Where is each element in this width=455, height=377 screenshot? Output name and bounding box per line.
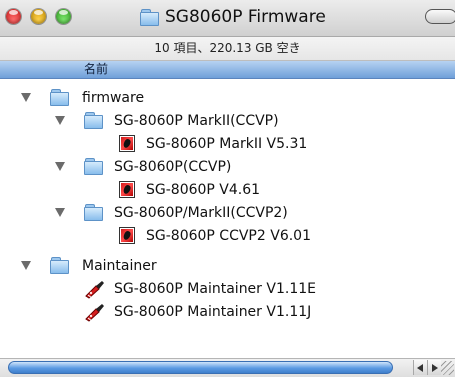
list-item-label: SG-8060P V4.61: [146, 182, 261, 198]
list-item[interactable]: Maintainer: [0, 254, 455, 278]
scroll-right-icon[interactable]: [427, 360, 441, 375]
list-item[interactable]: SG-8060P MarkII V5.31: [0, 132, 455, 156]
list-item-label: SG-8060P MarkII V5.31: [146, 136, 308, 152]
folder-icon: [50, 89, 69, 106]
minimize-icon[interactable]: [31, 9, 46, 24]
document-icon: [119, 227, 135, 244]
list-item-label: SG-8060P CCVP2 V6.01: [146, 228, 311, 244]
list-item[interactable]: SG-8060P MarkII(CCVP): [0, 109, 455, 133]
close-icon[interactable]: [6, 9, 21, 24]
list-item-label: SG-8060P/MarkII(CCVP2): [114, 205, 288, 221]
window-titlebar: SG8060P Firmware: [0, 0, 455, 37]
scrollbar-thumb[interactable]: [8, 361, 393, 374]
application-icon: [85, 281, 104, 299]
scroll-left-icon[interactable]: [413, 360, 427, 375]
disclosure-triangle-icon[interactable]: [55, 162, 65, 171]
window-title-area: SG8060P Firmware: [140, 6, 326, 28]
list-item[interactable]: SG-8060P Maintainer V1.11J: [0, 300, 455, 324]
list-item[interactable]: SG-8060P CCVP2 V6.01: [0, 224, 455, 248]
folder-icon: [84, 112, 103, 129]
list-item[interactable]: SG-8060P V4.61: [0, 178, 455, 202]
list-item-label: Maintainer: [82, 258, 157, 274]
list-item-label: SG-8060P Maintainer V1.11E: [114, 281, 316, 297]
document-icon: [119, 181, 135, 198]
list-item[interactable]: firmware: [0, 86, 455, 110]
status-bar: 10 項目、220.13 GB 空き: [0, 37, 455, 61]
list-item-label: SG-8060P(CCVP): [114, 159, 232, 175]
list-item-label: SG-8060P Maintainer V1.11J: [114, 304, 312, 320]
column-header-label: 名前: [84, 62, 109, 76]
zoom-icon[interactable]: [56, 9, 71, 24]
horizontal-scrollbar[interactable]: [0, 358, 455, 377]
column-header-name[interactable]: 名前: [0, 61, 455, 79]
folder-icon: [50, 257, 69, 274]
list-item[interactable]: SG-8060P(CCVP): [0, 155, 455, 179]
folder-icon: [84, 204, 103, 221]
application-icon: [85, 304, 104, 322]
disclosure-triangle-icon[interactable]: [21, 261, 31, 270]
disclosure-triangle-icon[interactable]: [55, 208, 65, 217]
window-title: SG8060P Firmware: [165, 7, 326, 27]
disclosure-triangle-icon[interactable]: [55, 116, 65, 125]
document-icon: [119, 135, 135, 152]
list-item[interactable]: SG-8060P/MarkII(CCVP2): [0, 201, 455, 225]
list-item[interactable]: SG-8060P Maintainer V1.11E: [0, 277, 455, 301]
resize-grip-icon[interactable]: [441, 361, 454, 375]
list-item-label: SG-8060P MarkII(CCVP): [114, 113, 279, 129]
folder-icon: [140, 9, 159, 26]
toolbar-toggle-button[interactable]: [425, 9, 455, 24]
list-item-label: firmware: [82, 90, 145, 106]
disclosure-triangle-icon[interactable]: [21, 93, 31, 102]
folder-icon: [84, 158, 103, 175]
